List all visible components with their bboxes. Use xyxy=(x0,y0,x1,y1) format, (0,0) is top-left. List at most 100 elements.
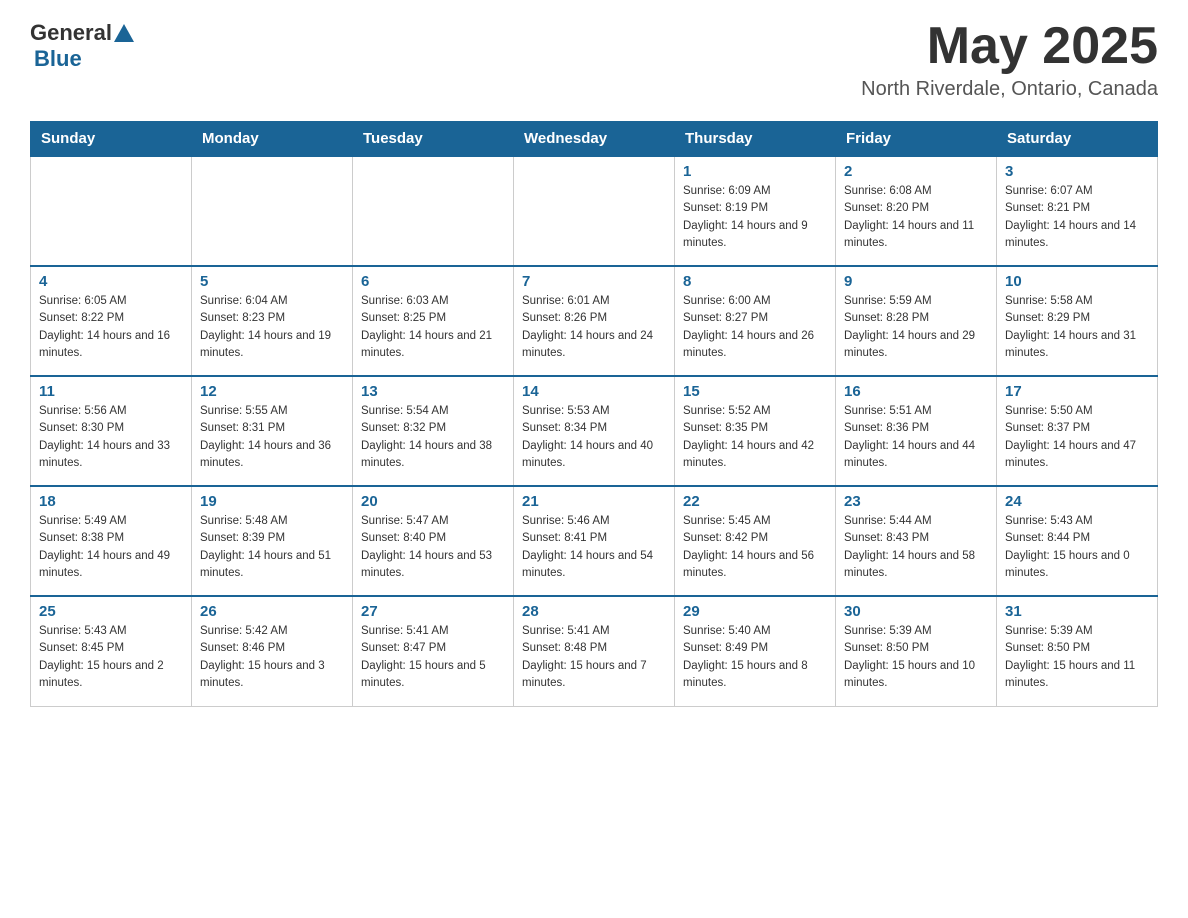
location-title: North Riverdale, Ontario, Canada xyxy=(861,78,1158,101)
calendar-header-thursday: Thursday xyxy=(675,122,836,157)
calendar-cell: 28 Sunrise: 5:41 AM Sunset: 8:48 PM Dayli… xyxy=(514,596,675,706)
day-number: 30 xyxy=(844,603,988,620)
calendar-cell: 3 Sunrise: 6:07 AM Sunset: 8:21 PM Daylig… xyxy=(997,156,1158,266)
week-row-2: 4 Sunrise: 6:05 AM Sunset: 8:22 PM Daylig… xyxy=(31,266,1158,376)
calendar-cell: 2Sunrise: 6:08 AM Sunset: 8:20 PM Daylig… xyxy=(836,156,997,266)
calendar-cell: 16 Sunrise: 5:51 AM Sunset: 8:36 PM Dayli… xyxy=(836,376,997,486)
calendar-cell: 31 Sunrise: 5:39 AM Sunset: 8:50 PM Dayli… xyxy=(997,596,1158,706)
calendar-cell: 13 Sunrise: 5:54 AM Sunset: 8:32 PM Dayli… xyxy=(353,376,514,486)
calendar-cell: 11 Sunrise: 5:56 AM Sunset: 8:30 PM Dayli… xyxy=(31,376,192,486)
calendar-cell: 8Sunrise: 6:00 AM Sunset: 8:27 PM Daylig… xyxy=(675,266,836,376)
day-info: Sunrise: 5:56 AM Sunset: 8:30 PM Dayligh… xyxy=(39,403,183,472)
day-number: 26 xyxy=(200,603,344,620)
day-number: 11 xyxy=(39,383,183,400)
day-info: Sunrise: 5:53 AM Sunset: 8:34 PM Dayligh… xyxy=(522,403,666,472)
day-info: Sunrise: 5:59 AM Sunset: 8:28 PM Dayligh… xyxy=(844,293,988,362)
day-number: 31 xyxy=(1005,603,1149,620)
calendar-cell: 19Sunrise: 5:48 AM Sunset: 8:39 PM Dayli… xyxy=(192,486,353,596)
title-section: May 2025 North Riverdale, Ontario, Canad… xyxy=(861,20,1158,101)
day-info: Sunrise: 5:51 AM Sunset: 8:36 PM Dayligh… xyxy=(844,403,988,472)
calendar-cell: 26 Sunrise: 5:42 AM Sunset: 8:46 PM Dayli… xyxy=(192,596,353,706)
calendar-cell: 7 Sunrise: 6:01 AM Sunset: 8:26 PM Daylig… xyxy=(514,266,675,376)
day-info: Sunrise: 5:39 AM Sunset: 8:50 PM Dayligh… xyxy=(844,623,988,692)
day-info: Sunrise: 5:54 AM Sunset: 8:32 PM Dayligh… xyxy=(361,403,505,472)
calendar-header-wednesday: Wednesday xyxy=(514,122,675,157)
calendar-cell: 27 Sunrise: 5:41 AM Sunset: 8:47 PM Dayli… xyxy=(353,596,514,706)
month-title: May 2025 xyxy=(861,20,1158,72)
day-info: Sunrise: 6:09 AM Sunset: 8:19 PM Dayligh… xyxy=(683,183,827,252)
day-number: 8 xyxy=(683,273,827,290)
calendar-cell: 22 Sunrise: 5:45 AM Sunset: 8:42 PM Dayli… xyxy=(675,486,836,596)
day-number: 12 xyxy=(200,383,344,400)
day-number: 9 xyxy=(844,273,988,290)
day-number: 27 xyxy=(361,603,505,620)
calendar-cell: 18Sunrise: 5:49 AM Sunset: 8:38 PM Dayli… xyxy=(31,486,192,596)
page-header: General Blue May 2025 North Riverdale, O… xyxy=(30,20,1158,101)
week-row-4: 18Sunrise: 5:49 AM Sunset: 8:38 PM Dayli… xyxy=(31,486,1158,596)
calendar-cell: 17 Sunrise: 5:50 AM Sunset: 8:37 PM Dayli… xyxy=(997,376,1158,486)
day-number: 18 xyxy=(39,493,183,510)
day-number: 20 xyxy=(361,493,505,510)
calendar-cell: 4 Sunrise: 6:05 AM Sunset: 8:22 PM Daylig… xyxy=(31,266,192,376)
day-number: 15 xyxy=(683,383,827,400)
calendar-cell xyxy=(192,156,353,266)
logo-general-text: General xyxy=(30,20,112,46)
calendar-cell: 10Sunrise: 5:58 AM Sunset: 8:29 PM Dayli… xyxy=(997,266,1158,376)
calendar-cell: 14 Sunrise: 5:53 AM Sunset: 8:34 PM Dayli… xyxy=(514,376,675,486)
day-number: 13 xyxy=(361,383,505,400)
day-info: Sunrise: 5:47 AM Sunset: 8:40 PM Dayligh… xyxy=(361,513,505,582)
calendar-cell: 9 Sunrise: 5:59 AM Sunset: 8:28 PM Daylig… xyxy=(836,266,997,376)
day-info: Sunrise: 5:45 AM Sunset: 8:42 PM Dayligh… xyxy=(683,513,827,582)
day-info: Sunrise: 6:03 AM Sunset: 8:25 PM Dayligh… xyxy=(361,293,505,362)
day-info: Sunrise: 5:48 AM Sunset: 8:39 PM Dayligh… xyxy=(200,513,344,582)
day-info: Sunrise: 5:46 AM Sunset: 8:41 PM Dayligh… xyxy=(522,513,666,582)
day-info: Sunrise: 5:42 AM Sunset: 8:46 PM Dayligh… xyxy=(200,623,344,692)
calendar-cell: 21 Sunrise: 5:46 AM Sunset: 8:41 PM Dayli… xyxy=(514,486,675,596)
day-number: 29 xyxy=(683,603,827,620)
calendar-cell: 30 Sunrise: 5:39 AM Sunset: 8:50 PM Dayli… xyxy=(836,596,997,706)
day-number: 3 xyxy=(1005,163,1149,180)
day-number: 7 xyxy=(522,273,666,290)
day-number: 22 xyxy=(683,493,827,510)
day-number: 28 xyxy=(522,603,666,620)
day-number: 10 xyxy=(1005,273,1149,290)
calendar-cell xyxy=(31,156,192,266)
day-number: 4 xyxy=(39,273,183,290)
calendar-cell: 23Sunrise: 5:44 AM Sunset: 8:43 PM Dayli… xyxy=(836,486,997,596)
week-row-5: 25 Sunrise: 5:43 AM Sunset: 8:45 PM Dayli… xyxy=(31,596,1158,706)
day-info: Sunrise: 6:08 AM Sunset: 8:20 PM Dayligh… xyxy=(844,183,988,252)
day-info: Sunrise: 5:52 AM Sunset: 8:35 PM Dayligh… xyxy=(683,403,827,472)
calendar-cell: 24 Sunrise: 5:43 AM Sunset: 8:44 PM Dayli… xyxy=(997,486,1158,596)
calendar-cell xyxy=(353,156,514,266)
day-info: Sunrise: 6:01 AM Sunset: 8:26 PM Dayligh… xyxy=(522,293,666,362)
day-info: Sunrise: 5:41 AM Sunset: 8:47 PM Dayligh… xyxy=(361,623,505,692)
day-info: Sunrise: 5:43 AM Sunset: 8:44 PM Dayligh… xyxy=(1005,513,1149,582)
day-info: Sunrise: 5:55 AM Sunset: 8:31 PM Dayligh… xyxy=(200,403,344,472)
day-number: 17 xyxy=(1005,383,1149,400)
day-info: Sunrise: 6:07 AM Sunset: 8:21 PM Dayligh… xyxy=(1005,183,1149,252)
day-number: 21 xyxy=(522,493,666,510)
calendar-header-row: SundayMondayTuesdayWednesdayThursdayFrid… xyxy=(31,122,1158,157)
calendar-header-friday: Friday xyxy=(836,122,997,157)
calendar-cell: 1Sunrise: 6:09 AM Sunset: 8:19 PM Daylig… xyxy=(675,156,836,266)
day-info: Sunrise: 6:05 AM Sunset: 8:22 PM Dayligh… xyxy=(39,293,183,362)
calendar-cell: 5Sunrise: 6:04 AM Sunset: 8:23 PM Daylig… xyxy=(192,266,353,376)
logo-blue-text: Blue xyxy=(34,46,82,71)
day-info: Sunrise: 6:04 AM Sunset: 8:23 PM Dayligh… xyxy=(200,293,344,362)
day-number: 14 xyxy=(522,383,666,400)
day-number: 16 xyxy=(844,383,988,400)
calendar-header-tuesday: Tuesday xyxy=(353,122,514,157)
day-number: 23 xyxy=(844,493,988,510)
calendar-header-sunday: Sunday xyxy=(31,122,192,157)
calendar-cell: 20 Sunrise: 5:47 AM Sunset: 8:40 PM Dayli… xyxy=(353,486,514,596)
day-number: 24 xyxy=(1005,493,1149,510)
day-info: Sunrise: 5:39 AM Sunset: 8:50 PM Dayligh… xyxy=(1005,623,1149,692)
calendar-table: SundayMondayTuesdayWednesdayThursdayFrid… xyxy=(30,121,1158,707)
day-number: 6 xyxy=(361,273,505,290)
day-info: Sunrise: 5:41 AM Sunset: 8:48 PM Dayligh… xyxy=(522,623,666,692)
day-number: 25 xyxy=(39,603,183,620)
day-info: Sunrise: 5:43 AM Sunset: 8:45 PM Dayligh… xyxy=(39,623,183,692)
logo: General Blue xyxy=(30,20,136,72)
calendar-cell: 25 Sunrise: 5:43 AM Sunset: 8:45 PM Dayli… xyxy=(31,596,192,706)
day-info: Sunrise: 5:50 AM Sunset: 8:37 PM Dayligh… xyxy=(1005,403,1149,472)
